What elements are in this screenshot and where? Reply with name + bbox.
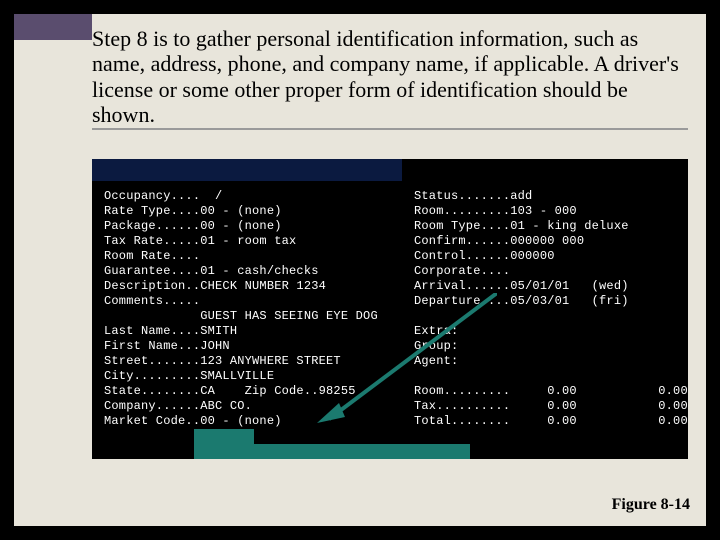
figure-label: Figure 8-14 [612,496,690,514]
terminal-left-column: Occupancy.... / Rate Type....00 - (none)… [104,189,378,429]
terminal-titlebar-shadow [92,181,688,187]
terminal-screenshot: Occupancy.... / Rate Type....00 - (none)… [92,159,688,459]
corner-accent [14,14,92,40]
terminal-titlebar [92,159,402,181]
highlight-company-value [194,429,254,444]
terminal-text: Occupancy.... / Rate Type....00 - (none)… [104,189,676,279]
step-caption: Step 8 is to gather personal identificat… [92,26,688,127]
slide: Step 8 is to gather personal identificat… [14,14,706,526]
highlight-company-line [194,444,470,459]
divider [92,128,688,130]
terminal-right-column: Status.......add Room.........103 - 000 … [414,189,688,429]
